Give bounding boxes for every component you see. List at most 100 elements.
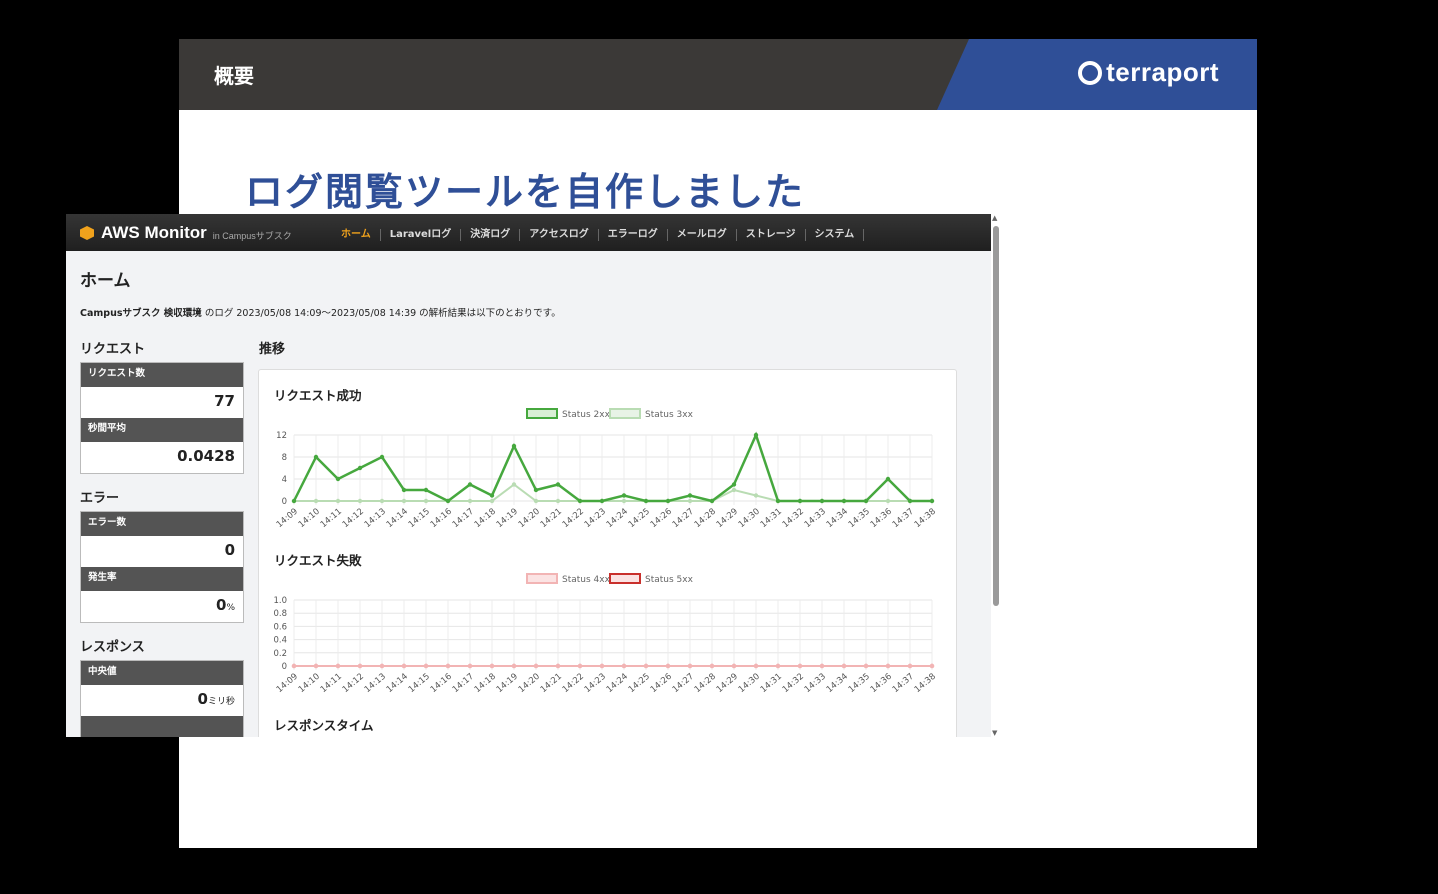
nav-item-5[interactable]: メールログ: [668, 229, 737, 241]
point-0-17: [665, 498, 671, 504]
x-tick-24: 14:33: [803, 672, 828, 695]
error-card: エラー数 0 発生率 0%: [80, 511, 244, 623]
x-tick-19: 14:28: [693, 672, 718, 695]
response-median-unit: ミリ秒: [207, 697, 235, 707]
x-tick-7: 14:16: [429, 507, 454, 530]
point-0-15: [621, 663, 627, 669]
point-0-22: [775, 663, 781, 669]
charts-panel: リクエスト成功 Status 2xx Status 3xx 0 4 8 12 14:09 14…: [258, 369, 957, 737]
request-count-label: リクエスト数: [81, 363, 243, 387]
point-0-24: [819, 663, 825, 669]
nav-item-1[interactable]: Laravelログ: [381, 229, 462, 241]
point-0-9: [489, 493, 495, 498]
point-0-16: [643, 498, 649, 504]
point-1-10: [511, 482, 517, 487]
legend-label-0: Status 4xx: [562, 575, 611, 585]
app-navbar: AWS Monitor in Campusサブスク ホーム Laravelログ 決済…: [66, 214, 991, 251]
x-tick-18: 14:27: [671, 672, 696, 695]
chart2-title: リクエスト失敗: [274, 553, 362, 568]
x-tick-22: 14:31: [759, 507, 784, 530]
x-tick-23: 14:32: [781, 672, 806, 695]
x-tick-5: 14:14: [385, 507, 410, 530]
point-1-5: [401, 498, 407, 504]
x-tick-18: 14:27: [671, 507, 696, 530]
point-0-10: [511, 663, 517, 669]
nav-item-6[interactable]: ストレージ: [737, 229, 806, 241]
point-0-23: [797, 498, 803, 504]
point-0-3: [357, 663, 363, 669]
logo-ring-icon: [1078, 60, 1103, 85]
legend-swatch-1: [609, 573, 641, 584]
x-tick-12: 14:21: [539, 672, 564, 695]
x-tick-11: 14:20: [517, 507, 542, 530]
point-0-19: [709, 498, 715, 504]
point-0-1: [313, 454, 319, 460]
x-tick-25: 14:34: [825, 672, 850, 695]
request-count-value: 77: [214, 392, 235, 410]
x-tick-15: 14:24: [605, 672, 630, 695]
y-tick-4: 0.8: [273, 609, 287, 619]
y-tick-3: 12: [276, 431, 287, 441]
scroll-thumb[interactable]: [993, 226, 999, 606]
x-tick-21: 14:30: [737, 672, 762, 695]
nav-item-0[interactable]: ホーム: [332, 229, 381, 241]
x-tick-14: 14:23: [583, 507, 608, 530]
point-0-6: [423, 663, 429, 669]
summary-rest: のログ 2023/05/08 14:09〜2023/05/08 14:39 の解…: [201, 308, 561, 319]
x-tick-21: 14:30: [737, 507, 762, 530]
x-tick-5: 14:14: [385, 672, 410, 695]
series-line-0: [292, 431, 932, 503]
request-group-title: リクエスト: [80, 342, 146, 357]
stats-column: リクエスト リクエスト数 77 秒間平均 0.0428 エラー エラー数 0 発…: [80, 338, 244, 737]
y-tick-1: 0.2: [273, 649, 287, 659]
point-0-5: [401, 487, 407, 493]
point-0-15: [621, 493, 627, 498]
point-1-27: [885, 498, 891, 504]
point-0-14: [599, 498, 605, 504]
x-tick-27: 14:36: [869, 672, 894, 695]
y-tick-3: 0.6: [273, 622, 287, 632]
point-0-0: [291, 498, 297, 504]
brand-sub: in Campusサブスク: [212, 231, 292, 241]
response-group-title: レスポンス: [80, 640, 145, 655]
point-1-18: [687, 498, 693, 504]
x-tick-17: 14:26: [649, 507, 674, 530]
error-rate-number: 0: [216, 596, 227, 614]
scrollbar[interactable]: ▲ ▼: [991, 214, 1001, 737]
nav-item-4[interactable]: エラーログ: [599, 229, 668, 241]
x-tick-16: 14:25: [627, 507, 652, 530]
point-0-11: [533, 663, 539, 669]
response-card: 中央値 0ミリ秒: [80, 660, 244, 737]
legend-label-0: Status 2xx: [562, 410, 611, 420]
point-0-18: [687, 663, 693, 669]
x-tick-9: 14:18: [473, 507, 498, 530]
response-next-label: [81, 716, 243, 737]
x-tick-28: 14:37: [891, 507, 916, 530]
error-rate-label: 発生率: [81, 567, 243, 591]
terraport-logo: terraport: [1078, 57, 1219, 88]
nav-item-7[interactable]: システム: [806, 229, 865, 241]
x-tick-24: 14:33: [803, 507, 828, 530]
nav-item-2[interactable]: 決済ログ: [461, 229, 521, 241]
point-0-18: [687, 493, 693, 498]
point-0-25: [841, 498, 847, 504]
point-0-2: [335, 476, 341, 482]
point-1-21: [753, 493, 759, 498]
point-1-4: [379, 498, 385, 504]
y-tick-1: 4: [282, 475, 287, 485]
x-tick-11: 14:20: [517, 672, 542, 695]
y-tick-2: 8: [282, 453, 287, 463]
x-tick-25: 14:34: [825, 507, 850, 530]
point-0-4: [379, 454, 385, 460]
scroll-up-icon[interactable]: ▲: [992, 214, 997, 222]
point-0-11: [533, 487, 539, 493]
x-tick-0: 14:09: [275, 507, 300, 530]
x-tick-20: 14:29: [715, 507, 740, 530]
point-0-13: [577, 663, 583, 669]
response-median-label: 中央値: [81, 661, 243, 685]
x-tick-8: 14:17: [451, 672, 476, 695]
nav-item-3[interactable]: アクセスログ: [520, 229, 599, 241]
app-brand[interactable]: AWS Monitor in Campusサブスク: [80, 223, 292, 243]
scroll-down-icon[interactable]: ▼: [992, 729, 997, 737]
x-tick-14: 14:23: [583, 672, 608, 695]
